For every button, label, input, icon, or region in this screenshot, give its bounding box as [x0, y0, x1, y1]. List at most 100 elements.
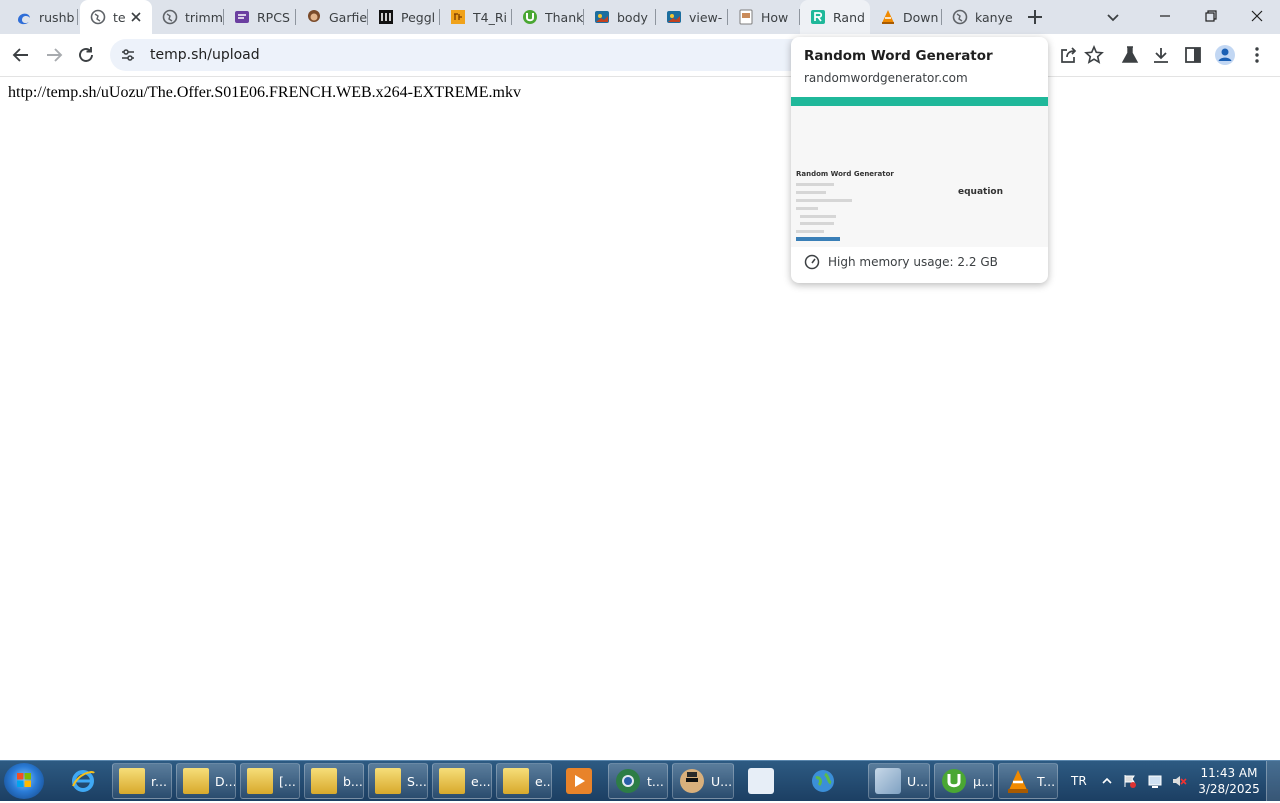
system-clock[interactable]: 11:43 AM 3/28/2025 [1196, 765, 1262, 797]
close-icon [1251, 10, 1263, 22]
preview-line [796, 191, 826, 194]
app-icon [875, 768, 901, 794]
reload-button[interactable] [74, 43, 98, 67]
taskbar-item[interactable]: U... [672, 763, 734, 799]
user-icon [679, 768, 705, 794]
show-desktop-button[interactable] [1266, 761, 1280, 801]
tab-kanye[interactable]: kanye [942, 0, 1014, 34]
volume-muted-icon [1173, 776, 1187, 786]
back-button[interactable] [9, 43, 33, 67]
media-player-pinned[interactable] [560, 763, 600, 799]
upload-link-text[interactable]: http://temp.sh/uUozu/The.Offer.S01E06.FR… [8, 84, 521, 102]
profile-icon [1215, 45, 1235, 65]
share-icon [1061, 47, 1077, 63]
taskbar-item[interactable]: b... [304, 763, 364, 799]
preview-button [796, 237, 840, 241]
r-icon [810, 9, 826, 25]
taskbar-item[interactable]: t... [608, 763, 668, 799]
tray-expand-button[interactable] [1101, 761, 1113, 801]
tab-temp-sh[interactable]: te [80, 0, 152, 34]
taskbar-item[interactable]: [... [240, 763, 300, 799]
tab-trimm[interactable]: trimm [152, 0, 224, 34]
folder-icon [183, 768, 209, 794]
minimize-button[interactable] [1142, 2, 1188, 30]
restore-button[interactable] [1188, 2, 1234, 30]
side-panel-button[interactable] [1181, 43, 1205, 67]
jfk-icon [450, 9, 466, 25]
folder-icon [503, 768, 529, 794]
network-icon [1148, 775, 1162, 788]
taskbar-item[interactable]: e... [432, 763, 492, 799]
vlc-icon [880, 9, 896, 25]
chrome-icon [615, 768, 641, 794]
browser-toolbar: temp.sh/upload [0, 34, 1280, 77]
address-url[interactable]: temp.sh/upload [150, 47, 260, 63]
tab-t4-ri[interactable]: T4_Ri [440, 0, 512, 34]
site-settings-icon[interactable] [120, 47, 136, 63]
forward-button[interactable] [42, 43, 66, 67]
tab-garfie[interactable]: Garfie [296, 0, 368, 34]
folder-icon [119, 768, 145, 794]
tab-peggl[interactable]: Peggl [368, 0, 440, 34]
doc-icon [234, 9, 250, 25]
tray-volume-button[interactable] [1171, 761, 1187, 801]
ie-pinned[interactable] [64, 763, 106, 799]
taskbar-item[interactable]: e... [496, 763, 552, 799]
clock-time: 11:43 AM [1200, 766, 1258, 780]
minimize-icon [1160, 15, 1170, 17]
forward-arrow-icon [47, 48, 63, 62]
avatar-icon [306, 9, 322, 25]
new-tab-button[interactable] [1024, 6, 1046, 28]
share-button[interactable] [1057, 43, 1081, 67]
labs-button[interactable] [1118, 43, 1142, 67]
globe-icon [952, 9, 968, 25]
back-arrow-icon [12, 48, 28, 62]
taskbar-item[interactable]: S... [368, 763, 428, 799]
reload-icon [79, 47, 93, 62]
hover-card-domain: randomwordgenerator.com [804, 71, 968, 85]
tab-thank[interactable]: Thank [512, 0, 584, 34]
edge-icon [16, 9, 32, 25]
plus-icon [1028, 10, 1042, 24]
tab-hover-card: Random Word Generator randomwordgenerato… [791, 37, 1048, 283]
tab-strip: rushb te trimm RPCS Garfie Peggl T4_Ri T… [0, 0, 1280, 34]
language-indicator[interactable]: TR [1071, 761, 1087, 801]
tab-search-button[interactable] [1104, 8, 1122, 26]
tab-down[interactable]: Down [870, 0, 942, 34]
preview-line [796, 183, 834, 186]
bookmark-button[interactable] [1082, 43, 1106, 67]
notepad-pinned[interactable] [742, 763, 796, 799]
chevron-down-icon [1107, 14, 1119, 22]
hover-card-preview: Random Word Generator equation [791, 97, 1048, 247]
downloads-button[interactable] [1149, 43, 1173, 67]
close-tab-icon[interactable] [128, 9, 144, 25]
tray-network-button[interactable] [1147, 761, 1163, 801]
taskbar-item[interactable]: r... [112, 763, 172, 799]
tab-random-word[interactable]: Rand [800, 0, 870, 34]
start-button[interactable] [4, 763, 44, 799]
folder-icon [247, 768, 273, 794]
vlc-icon [1005, 768, 1031, 794]
profile-button[interactable] [1213, 43, 1237, 67]
taskbar-item[interactable]: T... [998, 763, 1058, 799]
tab-rushb[interactable]: rushb [6, 0, 78, 34]
tab-rpcs[interactable]: RPCS [224, 0, 296, 34]
close-window-button[interactable] [1234, 2, 1280, 30]
action-center-icon [1124, 775, 1136, 788]
tray-flag-button[interactable] [1122, 761, 1138, 801]
taskbar-item[interactable]: U... [868, 763, 930, 799]
preview-line [796, 207, 818, 210]
network-globe-icon [810, 768, 836, 794]
tab-how[interactable]: How [728, 0, 800, 34]
menu-button[interactable] [1245, 43, 1269, 67]
tab-body[interactable]: body [584, 0, 656, 34]
taskbar: r... D... [... b... S... e... e... t... [0, 760, 1280, 801]
taskbar-item[interactable]: µ... [934, 763, 994, 799]
globe-pinned[interactable] [804, 763, 862, 799]
side-panel-icon [1185, 47, 1201, 63]
globe-icon [162, 9, 178, 25]
taskbar-item[interactable]: D... [176, 763, 236, 799]
preview-header-bar [791, 97, 1048, 106]
tab-view[interactable]: view- [656, 0, 728, 34]
windows-logo-icon [17, 773, 31, 787]
